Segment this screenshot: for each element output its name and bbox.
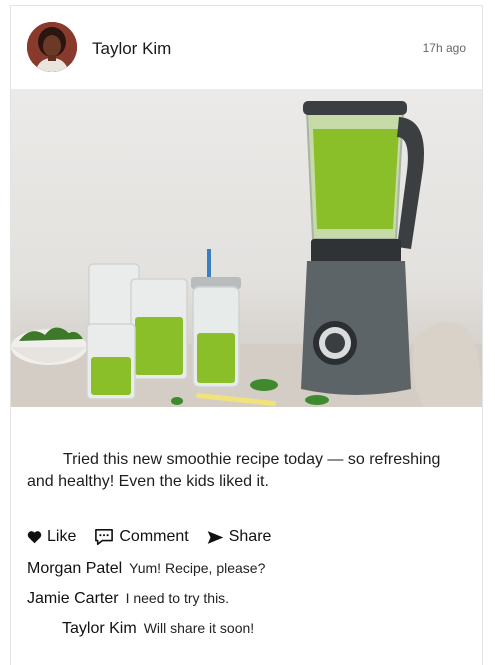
post-timestamp: 17h ago: [422, 41, 466, 55]
like-label: Like: [47, 528, 77, 545]
send-arrow-icon: [207, 530, 224, 544]
avatar[interactable]: [27, 22, 77, 72]
like-button[interactable]: Like: [27, 528, 76, 546]
post-image[interactable]: [11, 89, 482, 407]
comment-button[interactable]: Comment: [94, 528, 189, 546]
smoothie-blender-illustration: [11, 101, 482, 407]
comment-text: I need to try this.: [125, 590, 230, 606]
avatar-photo: [27, 22, 77, 72]
author-name[interactable]: Taylor Kim: [92, 39, 171, 59]
comment-author[interactable]: Jamie Carter: [27, 590, 119, 608]
comment: Jamie Carter I need to try this.: [27, 590, 467, 620]
comment: Morgan Patel Yum! Recipe, please?: [27, 560, 467, 590]
post-card: Taylor Kim 17h ago Tried this new smooth…: [10, 5, 483, 665]
share-label: Share: [228, 528, 272, 545]
comment-label: Comment: [119, 528, 189, 545]
share-button[interactable]: Share: [207, 528, 272, 546]
comment-text: Will share it soon!: [143, 620, 255, 636]
speech-bubble-icon: [95, 528, 114, 546]
comment-author[interactable]: Morgan Patel: [27, 560, 122, 578]
post-actions: Like Comment Share: [27, 526, 271, 548]
heart-icon: [27, 531, 42, 544]
comment-author[interactable]: Taylor Kim: [62, 620, 137, 638]
comment-text: Yum! Recipe, please?: [129, 560, 266, 576]
comment-list: Morgan Patel Yum! Recipe, please? Jamie …: [27, 560, 467, 650]
comment-reply: Taylor Kim Will share it soon!: [27, 620, 467, 650]
post-header: Taylor Kim 17h ago: [11, 6, 482, 88]
post-text: Tried this new smoothie recipe today — s…: [27, 451, 441, 490]
